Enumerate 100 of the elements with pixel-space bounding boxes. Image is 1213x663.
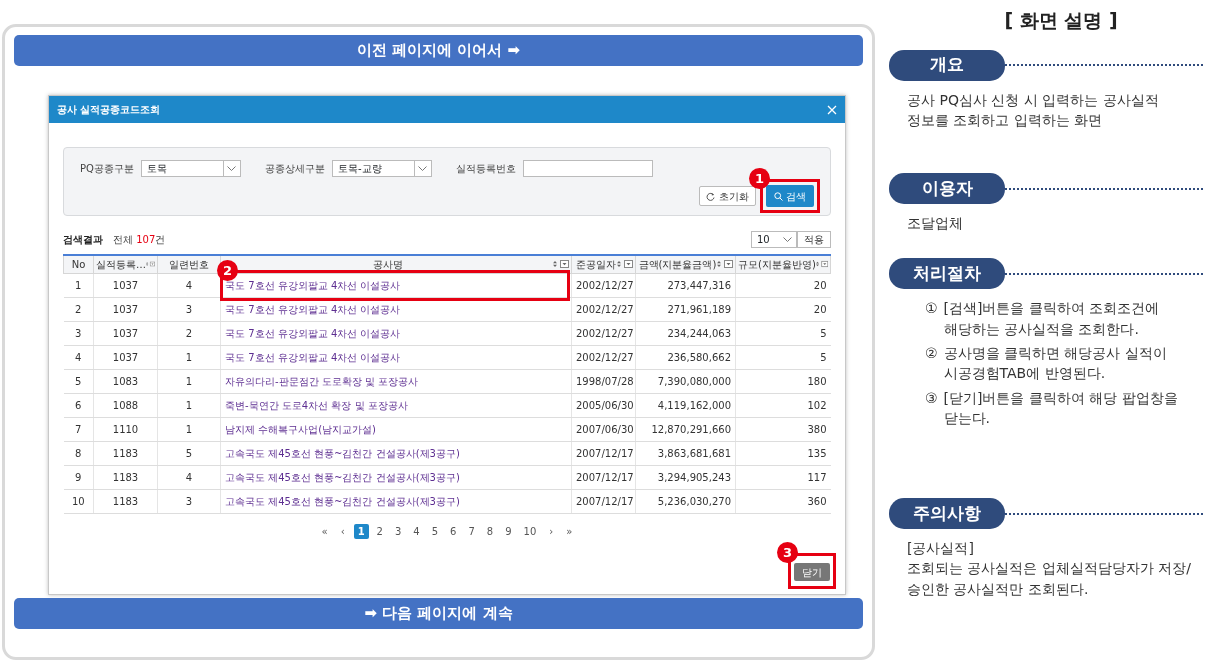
table-cell: 1037	[93, 321, 158, 345]
table-cell: 3	[157, 297, 221, 321]
table-cell: 3	[63, 321, 94, 345]
table-cell: 1183	[93, 441, 158, 465]
table-cell: 1998/07/28	[571, 369, 636, 393]
step-text: [검색]버튼을 클릭하여 조회조건에 해당하는 공사실적을 조회한다.	[942, 299, 1161, 339]
last-page-button[interactable]: »	[562, 523, 577, 539]
table-cell: 380	[735, 417, 831, 441]
table-cell: 1	[157, 369, 221, 393]
description-text: 공사 PQ심사 신청 시 입력하는 공사실적 정보를 조회하고 입력하는 화면	[906, 90, 1160, 130]
table-cell: 360	[735, 489, 831, 513]
table-cell: 3,863,681,681	[635, 441, 736, 465]
page-button[interactable]: 5	[427, 523, 443, 539]
page-size-dropdown[interactable]: 10	[751, 231, 797, 248]
page-button[interactable]: 4	[409, 523, 424, 539]
table-cell: 20	[735, 297, 831, 321]
table-cell: 1088	[93, 393, 158, 417]
table-cell: 1110	[93, 417, 158, 441]
page-button[interactable]: 6	[446, 523, 461, 539]
table-cell: 2002/12/27	[571, 345, 636, 369]
description-text: 조달업체	[906, 214, 964, 234]
project-link[interactable]: 국도 7호선 유강외팔교 4차선 이설공사	[225, 327, 401, 339]
field-label: 실적등록번호	[455, 162, 516, 176]
dropdown-field[interactable]: 토목	[140, 160, 241, 177]
chevron-down-icon	[783, 237, 792, 242]
project-link[interactable]: 국도 7호선 유강외팔교 4차선 이설공사	[225, 351, 401, 363]
project-link[interactable]: 국도 7호선 유강외팔교 4차선 이설공사	[225, 279, 401, 291]
callout-number: 3	[777, 541, 798, 563]
project-link[interactable]: 죽변-묵연간 도로4차선 확장 및 포장공사	[225, 399, 408, 411]
project-link[interactable]: 국도 7호선 유강외팔교 4차선 이설공사	[225, 303, 401, 315]
project-link[interactable]: 고속국도 제45호선 현풍~김천간 건설공사(제3공구)	[225, 495, 460, 507]
dialog-title: 공사 실적공종코드조회	[57, 103, 161, 117]
page-button[interactable]: 3	[391, 523, 406, 539]
project-link[interactable]: 고속국도 제45호선 현풍~김천간 건설공사(제3공구)	[225, 471, 460, 483]
page-button[interactable]: 2	[372, 523, 387, 539]
table-cell: 3,294,905,243	[635, 465, 736, 489]
section-heading: 개요	[889, 49, 1005, 81]
table-cell: 10	[63, 489, 94, 513]
table-cell: 1037	[93, 273, 158, 297]
table-cell: 236,580,662	[635, 345, 736, 369]
table-cell: 3	[157, 489, 221, 513]
table-cell: 2007/12/17	[571, 441, 636, 465]
section-heading: 이용자	[889, 173, 1005, 205]
step-number: ②	[924, 344, 938, 363]
table-cell: 6	[63, 393, 94, 417]
apply-button[interactable]: 적용	[797, 231, 831, 248]
page-button[interactable]: 10	[519, 523, 541, 539]
continues-banner: ➡ 다음 페이지에 계속	[14, 598, 863, 629]
table-cell: 1083	[93, 369, 158, 393]
page-button[interactable]: 8	[482, 523, 498, 539]
search-icon	[774, 191, 783, 201]
step-number: ③	[924, 388, 938, 408]
field-label: PQ공종구분	[80, 162, 134, 176]
first-page-button[interactable]: «	[317, 523, 332, 539]
table-cell: 1	[157, 393, 221, 417]
dropdown-field[interactable]: 토목-교량	[331, 160, 432, 177]
step-text: 공사명을 클릭하면 해당공사 실적이 시공경험TAB에 반영된다.	[942, 344, 1168, 384]
table-cell: 271,961,189	[635, 297, 736, 321]
table-cell: 1037	[93, 345, 158, 369]
page-button[interactable]: 1	[353, 523, 369, 539]
table-cell: 8	[63, 441, 94, 465]
column-header: No	[63, 255, 94, 273]
table-cell: 117	[735, 465, 831, 489]
table-cell: 5	[157, 441, 221, 465]
input-field[interactable]	[522, 160, 653, 177]
page-button[interactable]: 9	[501, 523, 516, 539]
table-cell: 9	[63, 465, 94, 489]
previous-page-button[interactable]: ‹	[335, 523, 350, 539]
table-cell: 2007/12/17	[571, 465, 636, 489]
continued-banner: 이전 페이지에 이어서 ➡	[14, 35, 863, 66]
section-heading: 처리절차	[889, 258, 1005, 290]
chevron-down-icon	[227, 166, 237, 171]
column-header[interactable]: 공사명	[373, 256, 403, 272]
reset-button[interactable]: 초기화	[699, 186, 756, 206]
table-cell: 4	[63, 345, 94, 369]
table-cell: 135	[735, 441, 831, 465]
table-cell: 4	[157, 465, 221, 489]
table-cell: 2002/12/27	[571, 297, 636, 321]
page-button[interactable]: 7	[464, 523, 479, 539]
search-button[interactable]: 검색	[766, 185, 814, 207]
table-cell: 273,447,316	[635, 273, 736, 297]
field-label: 공종상세구분	[264, 162, 325, 176]
table-cell: 1	[157, 417, 221, 441]
project-link[interactable]: 남지제 수해복구사업(남지교가설)	[225, 423, 376, 435]
table-cell: 102	[735, 393, 831, 417]
table-cell: 2007/06/30	[571, 417, 636, 441]
project-link[interactable]: 자유의다리-판문점간 도로확장 및 포장공사	[225, 375, 419, 387]
project-link[interactable]: 고속국도 제45호선 현풍~김천간 건설공사(제3공구)	[225, 447, 460, 459]
table-cell: 1037	[93, 297, 158, 321]
callout-number: 1	[749, 168, 770, 189]
next-page-button[interactable]: ›	[544, 523, 559, 539]
table-cell: 180	[735, 369, 831, 393]
total-count: 전체 107건	[113, 233, 166, 247]
result-label: 검색결과	[63, 233, 103, 247]
column-header: 일련번호	[157, 255, 221, 273]
close-button[interactable]: 닫기	[794, 563, 830, 581]
table-cell: 4,119,162,000	[635, 393, 736, 417]
table-cell: 2	[157, 321, 221, 345]
table-cell: 2	[63, 297, 94, 321]
table-cell: 5	[735, 321, 831, 345]
